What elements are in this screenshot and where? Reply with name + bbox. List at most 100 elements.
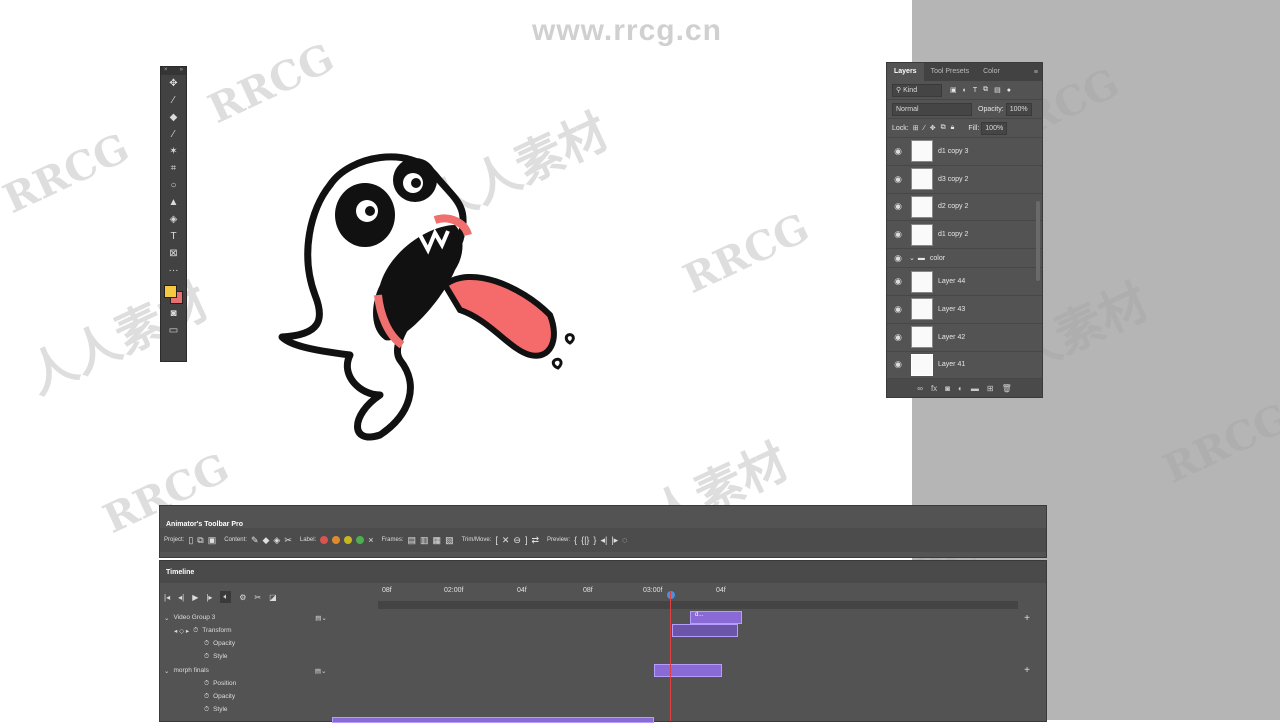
preview-range-icon[interactable]: {|}	[581, 535, 589, 545]
collapse-icon[interactable]: »	[180, 67, 183, 75]
fx-icon[interactable]: fx	[931, 384, 937, 393]
mask-icon[interactable]: ◙	[945, 384, 950, 393]
filter-smart-object-icon[interactable]: ▤	[994, 86, 1001, 94]
blend-mode-select[interactable]: Normal	[892, 102, 972, 116]
keyframe-nav-icon[interactable]: ◂ ◇ ▸	[174, 627, 189, 635]
adjustment-icon[interactable]: ◐	[958, 384, 963, 393]
clear-label-icon[interactable]: ×	[368, 535, 373, 545]
transform-keyframe-track[interactable]	[672, 624, 738, 637]
layer-row[interactable]: ◉ d1 copy 2	[887, 221, 1042, 250]
layer-row[interactable]: ◉ d3 copy 2	[887, 166, 1042, 194]
film-icon[interactable]: ▤⌄	[315, 614, 327, 622]
link-icon[interactable]: ∞	[917, 384, 923, 393]
opacity-input[interactable]: 100%	[1005, 102, 1032, 116]
eye-icon[interactable]: ◉	[887, 332, 909, 343]
filter-pixel-icon[interactable]: ▣	[950, 86, 957, 94]
morph-sequence-clip[interactable]	[332, 717, 654, 723]
type-icon[interactable]: T	[161, 228, 186, 245]
eye-icon[interactable]: ◉	[887, 174, 909, 185]
eraser-icon[interactable]: ◆	[262, 535, 269, 546]
split-clip-icon[interactable]: ✂	[254, 593, 261, 602]
fill-icon[interactable]: ◈	[273, 535, 280, 546]
eye-icon[interactable]: ◉	[887, 229, 909, 240]
magic-wand-icon[interactable]: ✶	[161, 143, 186, 160]
lock-all-icon[interactable]: 🔒︎	[951, 124, 955, 132]
track-row[interactable]: ⏱︎ Opacity	[204, 690, 235, 703]
stopwatch-icon[interactable]: ⏱︎	[204, 640, 209, 648]
film-icon[interactable]: ▤⌄	[315, 667, 327, 675]
chevron-down-icon[interactable]: ⌄	[909, 254, 915, 262]
track-row[interactable]: ⏱︎ Style	[204, 650, 228, 663]
layer-row[interactable]: ◉ Layer 42	[887, 324, 1042, 352]
filter-type-icon[interactable]: T	[973, 87, 977, 94]
eye-icon[interactable]: ◉	[887, 304, 909, 315]
filter-kind-select[interactable]: ⚲ Kind	[892, 83, 942, 97]
lock-artboard-icon[interactable]: ⧉	[941, 124, 946, 132]
trim-start-icon[interactable]: [	[495, 535, 498, 545]
color-swatches[interactable]	[161, 279, 186, 305]
move-tool-icon[interactable]: ✥	[161, 75, 186, 92]
audio-icon[interactable]: 🔈︎	[220, 591, 232, 603]
layer-row[interactable]: ◉ d1 copy 3	[887, 138, 1042, 166]
eraser-icon[interactable]: ◆	[161, 109, 186, 126]
save-icon[interactable]: ▣	[208, 535, 217, 546]
chevron-down-icon[interactable]: ⌄	[164, 667, 169, 675]
eye-icon[interactable]: ◉	[887, 359, 909, 370]
transition-icon[interactable]: ◪	[269, 593, 277, 602]
add-track-icon[interactable]: +	[1024, 665, 1030, 676]
morph-clip[interactable]	[654, 664, 722, 677]
close-icon[interactable]: ×	[164, 67, 168, 75]
playhead-handle[interactable]	[667, 591, 675, 599]
eyedropper-icon[interactable]: ⁄	[161, 126, 186, 143]
label-red-icon[interactable]	[320, 536, 329, 544]
new-group-icon[interactable]: ▬	[971, 384, 979, 393]
label-green-icon[interactable]	[356, 536, 365, 544]
split-icon[interactable]: ⊖	[513, 535, 521, 546]
layer-row[interactable]: ◉ Layer 43	[887, 296, 1042, 324]
eye-icon[interactable]: ◉	[887, 201, 909, 212]
paint-bucket-icon[interactable]: ◈	[161, 211, 186, 228]
trim-cut-icon[interactable]: ✕	[502, 535, 510, 546]
step-forward-icon[interactable]: |▸	[611, 535, 618, 546]
layer-row[interactable]: ◉ d2 copy 2	[887, 194, 1042, 222]
play-icon[interactable]: ▶	[192, 593, 198, 602]
eye-icon[interactable]: ◉	[887, 146, 909, 157]
previous-frame-icon[interactable]: ◂|	[178, 593, 184, 602]
stopwatch-icon[interactable]: ⏱︎	[193, 627, 198, 635]
track-row[interactable]: ⏱︎ Style	[204, 703, 228, 716]
crop-icon[interactable]: ⌗	[161, 160, 186, 177]
lasso-icon[interactable]: ○	[161, 177, 186, 194]
duplicate-frame-icon[interactable]: ▧	[445, 535, 454, 546]
preview-end-icon[interactable]: }	[593, 535, 596, 545]
video-clip[interactable]: d...	[690, 611, 742, 624]
settings-icon[interactable]: ⚙	[239, 593, 246, 602]
tab-tool-presets[interactable]: Tool Presets	[924, 63, 977, 81]
tab-layers[interactable]: Layers	[887, 63, 924, 81]
new-document-icon[interactable]: ▯	[188, 535, 193, 546]
new-layer-icon[interactable]: ⊞	[987, 384, 994, 393]
fill-input[interactable]: 100%	[981, 121, 1008, 135]
cut-icon[interactable]: ✂	[284, 535, 292, 546]
eye-icon[interactable]: ◉	[887, 276, 909, 287]
foreground-color-swatch[interactable]	[164, 285, 177, 298]
frame-icon[interactable]: ▤	[408, 535, 417, 546]
filter-shape-icon[interactable]: ⧉	[983, 86, 988, 94]
work-area-bar[interactable]	[378, 601, 1018, 609]
trash-icon[interactable]: 🗑︎	[1002, 384, 1012, 393]
label-yellow-icon[interactable]	[344, 536, 353, 544]
track-row[interactable]: ⌄ Video Group 3 ▤⌄	[164, 611, 327, 624]
eye-icon[interactable]: ◉	[887, 253, 909, 264]
playhead[interactable]	[670, 591, 671, 721]
stopwatch-icon[interactable]: ⏱︎	[204, 706, 209, 714]
preview-start-icon[interactable]: {	[574, 535, 577, 545]
chevron-down-icon[interactable]: ⌄	[164, 614, 169, 622]
screen-mode-icon[interactable]: ▭	[161, 322, 186, 339]
layer-row[interactable]: ◉ Layer 41	[887, 352, 1042, 380]
track-row[interactable]: ◂ ◇ ▸ ⏱︎ Transform	[174, 624, 232, 637]
layer-group-row[interactable]: ◉ ⌄ ▬ color	[887, 249, 1042, 269]
step-back-icon[interactable]: ◂|	[600, 535, 607, 546]
swap-icon[interactable]: ⇄	[531, 535, 539, 546]
frame-icon[interactable]: ⊠	[161, 245, 186, 262]
layers-scrollbar[interactable]	[1036, 201, 1040, 281]
filter-adjustment-icon[interactable]: ◐	[963, 87, 967, 94]
